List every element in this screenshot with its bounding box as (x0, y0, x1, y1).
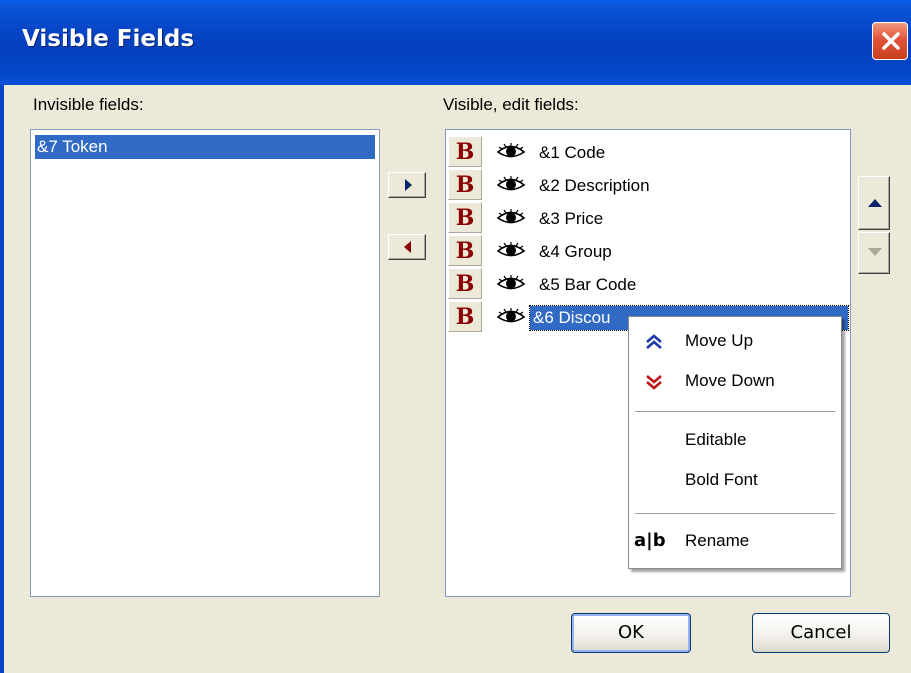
list-item[interactable]: &7 Token (35, 135, 375, 159)
close-button[interactable] (872, 22, 908, 60)
rename-icon: a|b (634, 530, 666, 551)
menu-item-editable[interactable]: Editable (629, 424, 841, 456)
bold-toggle-button[interactable]: B (448, 136, 482, 167)
eye-icon (496, 176, 526, 191)
invisible-fields-list[interactable]: &7 Token (30, 129, 380, 597)
menu-item-label: Move Up (685, 331, 754, 350)
field-label: &4 Group (539, 242, 612, 261)
field-label: &2 Description (539, 176, 650, 195)
list-item[interactable]: B &4 Group (448, 233, 843, 266)
list-item-label: &7 Token (37, 137, 108, 156)
double-chevron-down-icon (646, 375, 662, 390)
menu-item-bold-font[interactable]: Bold Font (629, 464, 841, 496)
arrow-down-icon (868, 248, 882, 256)
move-up-button[interactable] (858, 176, 890, 230)
menu-item-label: Move Down (685, 371, 775, 390)
field-label: &3 Price (539, 209, 604, 228)
menu-separator (635, 411, 835, 412)
move-down-button[interactable] (858, 232, 890, 274)
window-frame-left (0, 85, 4, 673)
bold-toggle-button[interactable]: B (448, 235, 482, 266)
invisible-fields-label: Invisible fields: (33, 95, 144, 114)
bold-toggle-button[interactable]: B (448, 202, 482, 233)
menu-item-rename[interactable]: a|b Rename (629, 525, 841, 557)
cancel-button[interactable]: Cancel (752, 613, 890, 653)
menu-item-label: Editable (685, 430, 747, 449)
visible-fields-label: Visible, edit fields: (443, 95, 579, 114)
close-icon (882, 32, 900, 50)
arrow-up-icon (868, 199, 882, 207)
menu-item-label: Rename (685, 531, 750, 550)
arrow-left-icon (404, 241, 411, 253)
move-to-visible-button[interactable] (388, 172, 426, 198)
double-chevron-up-icon (646, 334, 662, 349)
list-item[interactable]: B &5 Bar Code (448, 266, 843, 299)
move-to-invisible-button[interactable] (388, 234, 426, 260)
menu-item-move-up[interactable]: Move Up (629, 325, 841, 357)
eye-icon (496, 209, 526, 224)
bold-toggle-button[interactable]: B (448, 301, 482, 332)
field-label: &1 Code (539, 143, 606, 162)
menu-item-label: Bold Font (685, 470, 758, 489)
window-title: Visible Fields (22, 26, 195, 52)
eye-icon (496, 143, 526, 158)
ok-button[interactable]: OK (571, 613, 691, 653)
eye-icon (496, 275, 526, 290)
eye-icon (496, 308, 526, 323)
context-menu: Move Up Move Down Editable Bold Font a|b… (628, 316, 842, 569)
bold-toggle-button[interactable]: B (448, 169, 482, 200)
list-item[interactable]: B &2 Description (448, 167, 843, 200)
menu-item-move-down[interactable]: Move Down (629, 365, 841, 397)
arrow-right-icon (405, 179, 412, 191)
list-item[interactable]: B &1 Code (448, 134, 843, 167)
menu-separator (635, 513, 835, 514)
field-label: &5 Bar Code (539, 275, 637, 294)
bold-toggle-button[interactable]: B (448, 268, 482, 299)
list-item[interactable]: B &3 Price (448, 200, 843, 233)
eye-icon (496, 242, 526, 257)
title-bar: Visible Fields (0, 0, 911, 85)
